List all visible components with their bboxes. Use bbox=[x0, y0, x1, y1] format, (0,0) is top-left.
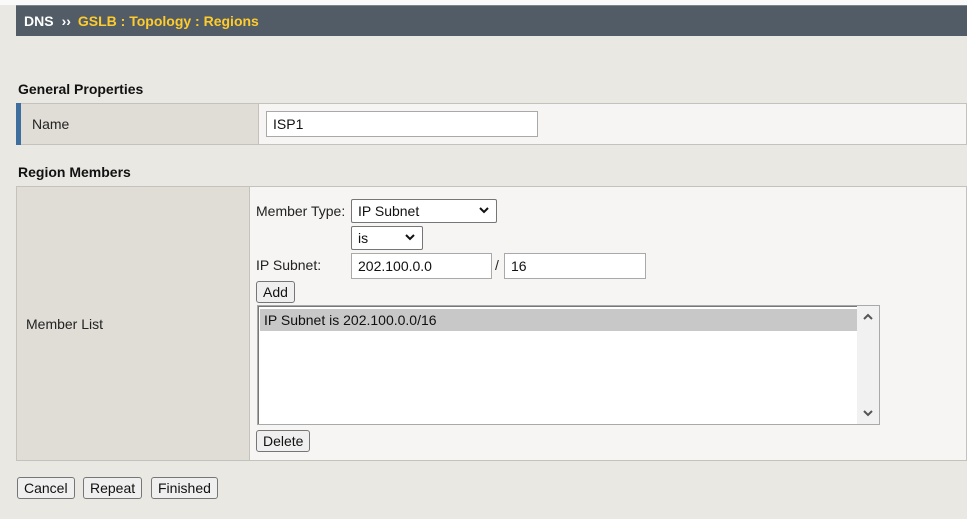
prefix-length-input[interactable] bbox=[504, 253, 646, 279]
member-type-label: Member Type: bbox=[256, 203, 346, 219]
operator-value: is bbox=[358, 230, 369, 246]
general-properties-heading: General Properties bbox=[18, 81, 144, 97]
member-list-label: Member List bbox=[16, 186, 250, 461]
listbox-scrollbar[interactable] bbox=[857, 306, 879, 424]
repeat-button[interactable]: Repeat bbox=[83, 477, 143, 499]
page-title-bar: DNS ›› GSLB : Topology : Regions bbox=[16, 5, 967, 36]
chevron-down-icon bbox=[479, 207, 489, 214]
breadcrumb-separator: ›› bbox=[61, 13, 71, 29]
operator-select[interactable]: is bbox=[351, 226, 423, 250]
general-properties-table: Name bbox=[16, 103, 967, 145]
chevron-up-icon[interactable] bbox=[862, 312, 874, 322]
breadcrumb-root: DNS bbox=[24, 13, 54, 29]
ip-subnet-label: IP Subnet: bbox=[256, 257, 322, 273]
cancel-button[interactable]: Cancel bbox=[17, 477, 75, 499]
delete-button[interactable]: Delete bbox=[256, 430, 311, 452]
member-listbox[interactable]: IP Subnet is 202.100.0.0/16 bbox=[257, 305, 880, 425]
chevron-down-icon bbox=[405, 234, 415, 241]
region-members-heading: Region Members bbox=[18, 164, 131, 180]
finished-button[interactable]: Finished bbox=[151, 477, 218, 499]
member-type-value: IP Subnet bbox=[358, 203, 420, 219]
name-value-cell bbox=[258, 103, 967, 145]
breadcrumb-path[interactable]: GSLB : Topology : Regions bbox=[78, 13, 259, 29]
chevron-down-icon[interactable] bbox=[862, 408, 874, 418]
name-input[interactable] bbox=[266, 111, 538, 137]
list-item[interactable]: IP Subnet is 202.100.0.0/16 bbox=[260, 309, 858, 331]
ip-address-input[interactable] bbox=[351, 253, 492, 279]
member-type-select[interactable]: IP Subnet bbox=[351, 199, 497, 223]
name-label: Name bbox=[16, 103, 259, 145]
subnet-slash: / bbox=[495, 257, 499, 273]
add-button[interactable]: Add bbox=[256, 281, 295, 303]
